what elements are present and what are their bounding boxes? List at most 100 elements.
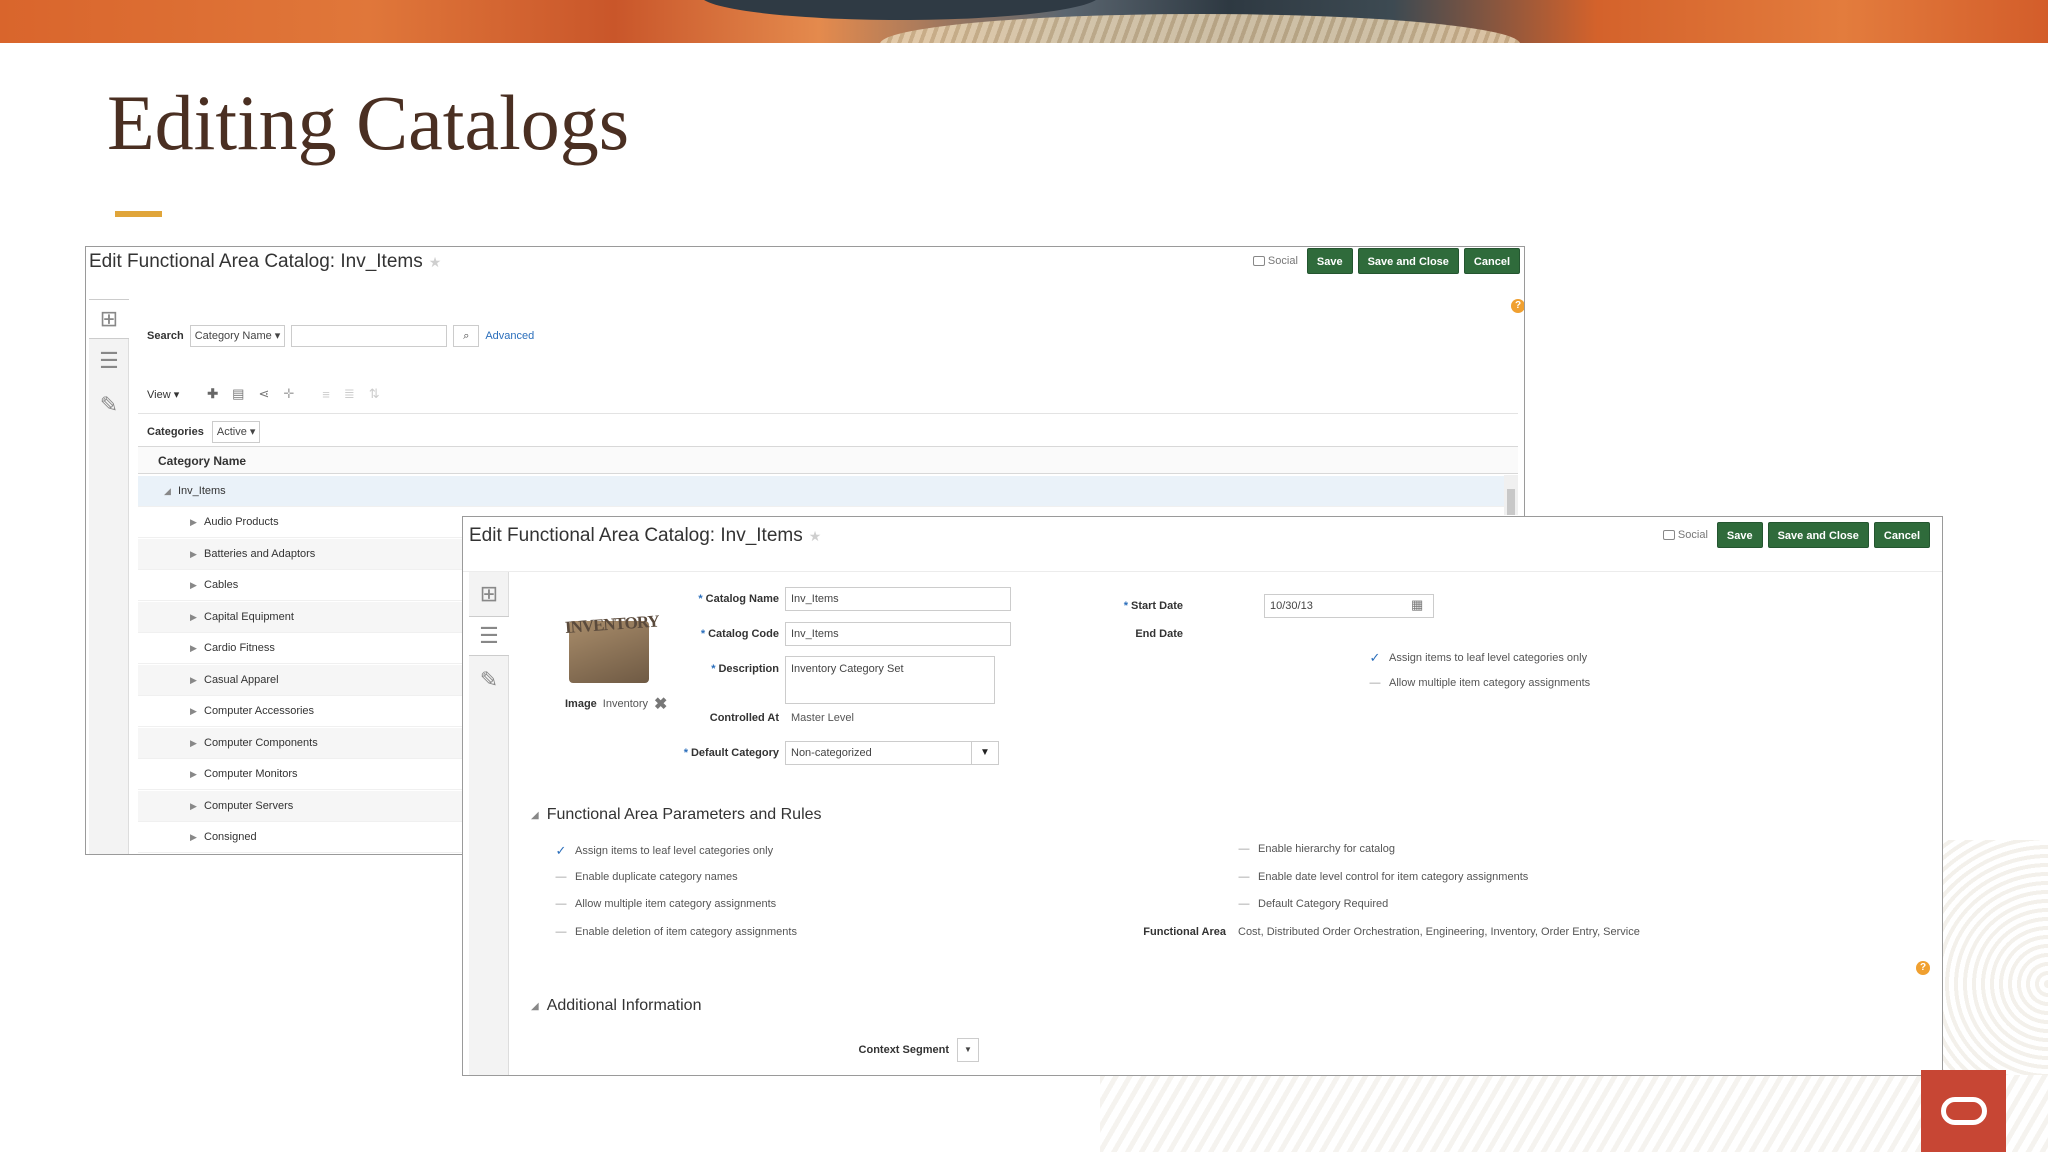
- view-menu[interactable]: View ▾: [147, 388, 179, 401]
- unchecked-icon[interactable]: —: [555, 871, 567, 883]
- checkbox-row[interactable]: — Allow multiple item category assignment…: [1369, 677, 1591, 689]
- tree-row-label: Consigned: [204, 831, 257, 843]
- favorite-star-icon[interactable]: ★: [809, 528, 822, 544]
- cancel-button[interactable]: Cancel: [1463, 248, 1520, 274]
- checkbox-row[interactable]: — Default Category Required: [1238, 898, 1389, 910]
- help-icon[interactable]: ?: [1511, 299, 1524, 313]
- social-link[interactable]: Social: [1252, 255, 1298, 267]
- expand-icon[interactable]: ▶: [190, 728, 204, 759]
- tree-root-row[interactable]: ◢ Inv_Items: [138, 476, 1518, 507]
- save-button[interactable]: Save: [1716, 522, 1763, 548]
- expand-icon[interactable]: ▶: [190, 602, 204, 633]
- checkbox-row[interactable]: — Allow multiple item category assignment…: [555, 898, 777, 910]
- expand-icon[interactable]: ▶: [190, 759, 204, 790]
- end-date-label: End Date: [1135, 628, 1183, 640]
- tree-row-label: Computer Servers: [204, 799, 294, 812]
- description-textarea[interactable]: Inventory Category Set: [785, 656, 995, 704]
- title-accent-bar: [115, 211, 162, 217]
- section-additional-information-title: Additional Information: [546, 997, 702, 1014]
- collapse-icon[interactable]: ◢: [531, 1001, 539, 1012]
- outdent-icon[interactable]: ≣: [344, 386, 355, 402]
- front-side-rail: ⊞ ☰ ✎: [469, 572, 509, 1075]
- divider: [138, 413, 1518, 414]
- expand-icon[interactable]: ▶: [190, 822, 204, 853]
- checkbox-row[interactable]: — Enable date level control for item cate…: [1238, 871, 1529, 883]
- checkmark-icon[interactable]: ✓: [1369, 650, 1381, 666]
- oracle-logo: [1921, 1070, 2006, 1152]
- tree-row-label: Computer Components: [204, 736, 318, 749]
- search-icon[interactable]: ⌕: [453, 325, 480, 347]
- expand-icon[interactable]: ▶: [190, 791, 204, 822]
- scrollbar-thumb[interactable]: [1507, 489, 1515, 515]
- collapse-icon[interactable]: ◢: [164, 476, 178, 507]
- unchecked-icon[interactable]: —: [555, 926, 567, 938]
- expand-icon[interactable]: ▶: [190, 570, 204, 601]
- tree-row-label: Cables: [204, 579, 239, 591]
- hierarchy-icon[interactable]: ⊞: [89, 299, 129, 339]
- catalog-name-input[interactable]: Inv_Items: [785, 587, 1011, 611]
- search-bar: Search Category Name ▾ ⌕ Advanced: [147, 325, 534, 347]
- checkbox-row[interactable]: — Enable hierarchy for catalog: [1238, 843, 1395, 855]
- expand-icon[interactable]: ▶: [190, 507, 204, 538]
- catalog-code-label: * Catalog Code: [700, 628, 779, 640]
- calendar-icon[interactable]: ▦: [1411, 597, 1423, 613]
- expand-icon[interactable]: ▶: [190, 696, 204, 727]
- default-category-input[interactable]: Non-categorized: [785, 741, 973, 765]
- edit-icon[interactable]: ▤: [232, 386, 244, 402]
- cancel-button[interactable]: Cancel: [1873, 522, 1930, 548]
- save-and-close-button[interactable]: Save and Close: [1767, 522, 1869, 548]
- help-icon[interactable]: ?: [1916, 961, 1930, 975]
- tree-row-label: Audio Products: [204, 516, 279, 528]
- advanced-search-link[interactable]: Advanced: [485, 330, 534, 342]
- categories-status-select[interactable]: Active ▾: [211, 421, 261, 443]
- move-icon[interactable]: ✛: [283, 386, 294, 402]
- social-link[interactable]: Social: [1662, 529, 1708, 541]
- checkbox-row[interactable]: ✓ Assign items to leaf level categories o…: [555, 843, 774, 859]
- catalog-name-label: * Catalog Name: [698, 593, 779, 605]
- checkbox-row[interactable]: ✓ Assign items to leaf level categories o…: [1369, 650, 1588, 666]
- search-label: Search: [147, 330, 184, 342]
- catalog-code-input[interactable]: Inv_Items: [785, 622, 1011, 646]
- attachment-icon[interactable]: ✎: [469, 660, 509, 700]
- collapse-icon[interactable]: ◢: [531, 810, 539, 821]
- attachment-icon[interactable]: ✎: [89, 385, 129, 425]
- unchecked-icon[interactable]: —: [1369, 677, 1381, 689]
- unchecked-icon[interactable]: —: [1238, 843, 1250, 855]
- social-label: Social: [1677, 529, 1708, 541]
- expand-icon[interactable]: ▶: [190, 633, 204, 664]
- expand-icon[interactable]: ▶: [190, 665, 204, 696]
- tree-column-header[interactable]: Category Name: [138, 446, 1518, 474]
- front-window-actions: Social Save Save and Close Cancel: [1662, 522, 1930, 548]
- search-input[interactable]: [291, 325, 448, 347]
- save-and-close-button[interactable]: Save and Close: [1357, 248, 1459, 274]
- unchecked-icon[interactable]: —: [1238, 898, 1250, 910]
- unchecked-icon[interactable]: —: [555, 898, 567, 910]
- section-functional-area-rules[interactable]: ◢ Functional Area Parameters and Rules: [531, 806, 822, 824]
- image-value: Inventory: [602, 698, 649, 710]
- checkbox-label: Enable duplicate category names: [575, 870, 738, 883]
- checkbox-row[interactable]: — Enable deletion of item category assign…: [555, 926, 797, 938]
- remove-image-icon[interactable]: ✖: [654, 694, 667, 714]
- hierarchy-icon[interactable]: ⊞: [469, 574, 509, 614]
- list-details-icon[interactable]: ☰: [89, 341, 129, 381]
- tree-scrollbar[interactable]: [1504, 475, 1518, 515]
- tree-row-label: Computer Monitors: [204, 768, 298, 780]
- add-icon[interactable]: ✚: [207, 386, 218, 402]
- favorite-star-icon[interactable]: ★: [429, 254, 442, 270]
- section-additional-information[interactable]: ◢ Additional Information: [531, 997, 701, 1015]
- checkbox-row[interactable]: — Enable duplicate category names: [555, 871, 738, 883]
- checkmark-icon[interactable]: ✓: [555, 843, 567, 859]
- expand-icon[interactable]: ▶: [190, 539, 204, 570]
- context-segment-select[interactable]: ▼: [957, 1038, 979, 1062]
- front-window: Edit Functional Area Catalog: Inv_Items ★…: [462, 516, 1943, 1076]
- start-date-input[interactable]: 10/30/13: [1264, 594, 1434, 618]
- search-field-select[interactable]: Category Name ▾: [189, 325, 286, 347]
- default-category-dropdown[interactable]: ▼: [971, 741, 999, 765]
- save-button[interactable]: Save: [1306, 248, 1353, 274]
- unchecked-icon[interactable]: —: [1238, 871, 1250, 883]
- list-details-icon[interactable]: ☰: [469, 616, 509, 656]
- reorder-icon[interactable]: ⇅: [369, 386, 380, 402]
- share-icon[interactable]: ⋖: [258, 386, 269, 402]
- indent-icon[interactable]: ≡: [322, 387, 330, 402]
- catalog-code-label-text: Catalog Code: [708, 628, 779, 640]
